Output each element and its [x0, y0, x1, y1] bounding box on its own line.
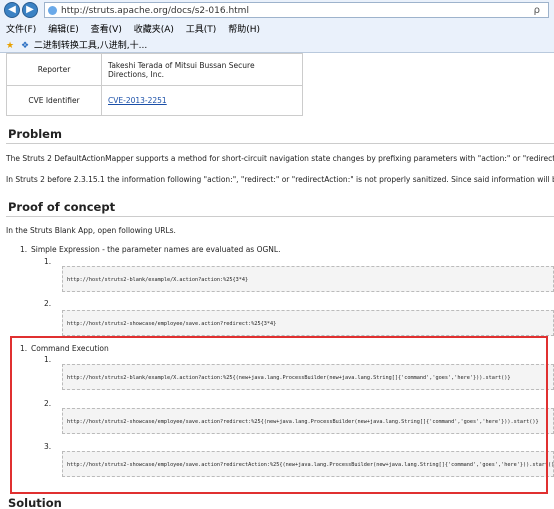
url-text: http://struts.apache.org/docs/s2-016.htm…	[61, 6, 249, 16]
list-number: 2.	[44, 299, 52, 308]
menu-view[interactable]: 查看(V)	[91, 25, 122, 35]
divider	[6, 143, 554, 144]
table-key: CVE Identifier	[6, 85, 102, 116]
page-content: Reporter Takeshi Terada of Mitsui Bussan…	[0, 53, 554, 509]
simple-expression-title: Simple Expression - the parameter names …	[31, 245, 281, 254]
problem-heading: Problem	[8, 127, 62, 141]
solution-heading: Solution	[8, 496, 62, 509]
forward-button-icon[interactable]: ▶	[22, 2, 38, 18]
browser-chrome: ◀ ▶ http://struts.apache.org/docs/s2-016…	[0, 0, 554, 53]
list-number: 1.	[44, 257, 52, 266]
search-icon[interactable]: ρ	[534, 3, 540, 19]
poc-heading: Proof of concept	[8, 200, 116, 214]
poc-intro: In the Struts Blank App, open following …	[6, 226, 176, 235]
menu-edit[interactable]: 编辑(E)	[48, 25, 79, 35]
table-row: CVE Identifier CVE-2013-2251	[6, 85, 303, 116]
table-value-cell: CVE-2013-2251	[101, 85, 303, 116]
table-value: Takeshi Terada of Mitsui Bussan Secure D…	[101, 53, 303, 86]
back-button-icon[interactable]: ◀	[4, 2, 20, 18]
menu-favorites[interactable]: 收藏夹(A)	[134, 25, 174, 35]
globe-icon	[48, 6, 57, 15]
favorite-item[interactable]: 二进制转换工具,八进制,十...	[34, 41, 147, 51]
code-block: http://host/struts2-blank/example/X.acti…	[62, 266, 554, 292]
favorites-bar: ★ ❖ 二进制转换工具,八进制,十...	[6, 38, 147, 51]
table-key: Reporter	[6, 53, 102, 86]
cve-link[interactable]: CVE-2013-2251	[108, 96, 167, 105]
menu-file[interactable]: 文件(F)	[6, 25, 36, 35]
menu-tools[interactable]: 工具(T)	[186, 25, 217, 35]
table-row: Reporter Takeshi Terada of Mitsui Bussan…	[6, 53, 303, 86]
problem-paragraph-2: In Struts 2 before 2.3.15.1 the informat…	[6, 175, 554, 184]
list-number: 1.	[20, 245, 28, 254]
divider	[6, 216, 554, 217]
favorite-page-icon: ❖	[20, 41, 30, 51]
favorites-star-icon[interactable]: ★	[6, 41, 14, 51]
info-table: Reporter Takeshi Terada of Mitsui Bussan…	[6, 53, 303, 116]
menu-help[interactable]: 帮助(H)	[228, 25, 260, 35]
code-block: http://host/struts2-showcase/employee/sa…	[62, 310, 554, 336]
highlight-box	[10, 336, 548, 494]
menu-bar: 文件(F) 编辑(E) 查看(V) 收藏夹(A) 工具(T) 帮助(H)	[6, 22, 269, 35]
address-bar[interactable]: http://struts.apache.org/docs/s2-016.htm…	[44, 2, 549, 18]
problem-paragraph-1: The Struts 2 DefaultActionMapper support…	[6, 154, 554, 163]
